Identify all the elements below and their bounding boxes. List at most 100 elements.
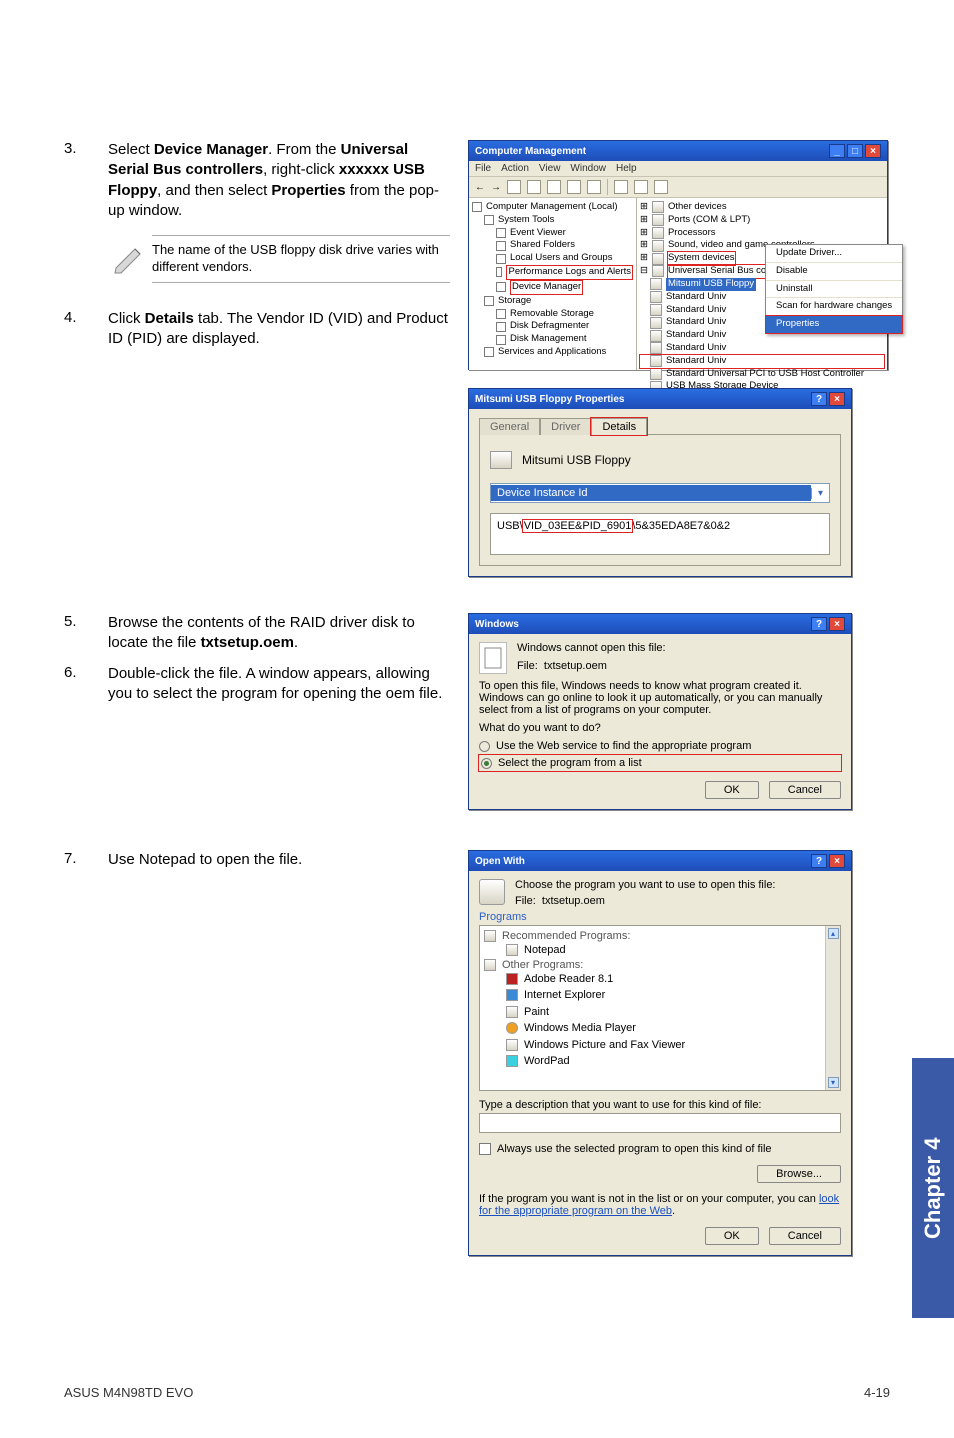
- usb-icon: [650, 330, 662, 342]
- menu-view[interactable]: View: [539, 163, 561, 174]
- toolbar-icon[interactable]: [614, 180, 628, 194]
- cm-right-tree[interactable]: ⊞Other devices ⊞Ports (COM & LPT) ⊞Proce…: [637, 198, 887, 370]
- tree-item[interactable]: Standard Univ: [666, 355, 726, 368]
- nav-fwd-icon[interactable]: →: [491, 182, 501, 193]
- t: , right-click: [263, 161, 339, 178]
- toolbar-icon[interactable]: [654, 180, 668, 194]
- tree-item[interactable]: Computer Management (Local): [486, 201, 617, 214]
- t: . From the: [268, 141, 341, 158]
- tree-item[interactable]: Removable Storage: [510, 308, 594, 321]
- help-icon[interactable]: ?: [811, 854, 827, 868]
- ctx-disable[interactable]: Disable: [766, 263, 902, 281]
- wpfv-icon: [506, 1039, 518, 1051]
- program-wordpad[interactable]: WordPad: [484, 1053, 836, 1070]
- description-input[interactable]: [479, 1113, 841, 1133]
- ctx-update[interactable]: Update Driver...: [766, 245, 902, 263]
- tree-item[interactable]: Processors: [668, 227, 716, 240]
- tab-details[interactable]: Details: [591, 418, 647, 435]
- cm-left-tree[interactable]: Computer Management (Local) System Tools…: [469, 198, 637, 370]
- toolbar-icon[interactable]: [567, 180, 581, 194]
- close-icon[interactable]: ×: [865, 144, 881, 158]
- not-in-list-text: If the program you want is not in the li…: [479, 1193, 841, 1217]
- maximize-icon[interactable]: □: [847, 144, 863, 158]
- close-icon[interactable]: ×: [829, 854, 845, 868]
- tree-item[interactable]: Standard Universal PCI to USB Host Contr…: [666, 368, 864, 381]
- file-name: txtsetup.oem: [542, 895, 605, 907]
- close-icon[interactable]: ×: [829, 392, 845, 406]
- step-4-text: Click Details tab. The Vendor ID (VID) a…: [108, 309, 450, 350]
- radio-select-from-list[interactable]: Select the program from a list: [479, 755, 841, 771]
- ok-button[interactable]: OK: [705, 1227, 759, 1245]
- ok-button[interactable]: OK: [705, 781, 759, 799]
- tree-item[interactable]: System Tools: [498, 214, 554, 227]
- scrollbar[interactable]: ▴ ▾: [825, 926, 840, 1090]
- tree-item[interactable]: Standard Univ: [666, 329, 726, 342]
- tree-item[interactable]: Standard Univ: [666, 304, 726, 317]
- toolbar-icon[interactable]: [507, 180, 521, 194]
- tree-item[interactable]: Disk Defragmenter: [510, 320, 589, 333]
- ctx-properties[interactable]: Properties: [766, 316, 902, 333]
- tree-item[interactable]: Storage: [498, 295, 531, 308]
- program-wpfv[interactable]: Windows Picture and Fax Viewer: [484, 1037, 836, 1054]
- cancel-button[interactable]: Cancel: [769, 781, 841, 799]
- device-id-dropdown[interactable]: Device Instance Id ▾: [490, 483, 830, 503]
- tree-item[interactable]: Event Viewer: [510, 227, 566, 240]
- tree-item[interactable]: Disk Management: [510, 333, 587, 346]
- tree-item[interactable]: Other devices: [668, 201, 727, 214]
- usb-icon: [650, 291, 662, 303]
- tree-item[interactable]: System devices: [668, 252, 735, 265]
- toolbar-icon[interactable]: [587, 180, 601, 194]
- device-icon: [652, 227, 664, 239]
- cancel-button[interactable]: Cancel: [769, 1227, 841, 1245]
- tree-item[interactable]: Shared Folders: [510, 239, 575, 252]
- description-label: Type a description that you want to use …: [479, 1099, 841, 1111]
- tree-item[interactable]: Services and Applications: [498, 346, 606, 359]
- menu-window[interactable]: Window: [570, 163, 606, 174]
- tree-item[interactable]: Standard Univ: [666, 342, 726, 355]
- program-wmp[interactable]: Windows Media Player: [484, 1020, 836, 1037]
- help-icon[interactable]: ?: [811, 617, 827, 631]
- ow-title: Open With: [475, 856, 525, 867]
- always-use-checkbox[interactable]: Always use the selected program to open …: [479, 1143, 841, 1155]
- scroll-up-icon[interactable]: ▴: [828, 928, 839, 939]
- folder-icon: [484, 959, 496, 971]
- program-adobe[interactable]: Adobe Reader 8.1: [484, 971, 836, 988]
- toolbar-icon[interactable]: [634, 180, 648, 194]
- toolbar-icon[interactable]: [527, 180, 541, 194]
- program-notepad[interactable]: Notepad: [484, 942, 836, 959]
- menu-action[interactable]: Action: [501, 163, 529, 174]
- tree-item[interactable]: Local Users and Groups: [510, 252, 612, 265]
- nav-back-icon[interactable]: ←: [475, 182, 485, 193]
- menu-help[interactable]: Help: [616, 163, 637, 174]
- tree-item-mitsumi[interactable]: Mitsumi USB Floppy: [666, 278, 756, 291]
- browse-button[interactable]: Browse...: [757, 1165, 841, 1183]
- tab-general[interactable]: General: [479, 418, 540, 435]
- menu-file[interactable]: File: [475, 163, 491, 174]
- close-icon[interactable]: ×: [829, 617, 845, 631]
- scroll-down-icon[interactable]: ▾: [828, 1077, 839, 1088]
- tree-item[interactable]: Standard Univ: [666, 291, 726, 304]
- program-ie[interactable]: Internet Explorer: [484, 987, 836, 1004]
- programs-label: Programs: [479, 911, 841, 923]
- toolbar-icon[interactable]: [547, 180, 561, 194]
- ctx-uninstall[interactable]: Uninstall: [766, 281, 902, 299]
- list-header: Recommended Programs:: [502, 930, 630, 942]
- step-4-number: 4.: [64, 309, 108, 350]
- program-paint[interactable]: Paint: [484, 1004, 836, 1021]
- radio-use-web[interactable]: Use the Web service to find the appropri…: [479, 740, 841, 752]
- chevron-down-icon[interactable]: ▾: [811, 488, 829, 499]
- ctx-scan[interactable]: Scan for hardware changes: [766, 298, 902, 316]
- tree-item-device-manager[interactable]: Device Manager: [510, 280, 583, 295]
- tree-item[interactable]: Performance Logs and Alerts: [506, 265, 633, 280]
- tree-item[interactable]: Ports (COM & LPT): [668, 214, 750, 227]
- tab-driver[interactable]: Driver: [540, 418, 591, 435]
- radio-label: Use the Web service to find the appropri…: [496, 740, 751, 752]
- minimize-icon[interactable]: _: [829, 144, 845, 158]
- step-3-number: 3.: [64, 140, 108, 221]
- help-icon[interactable]: ?: [811, 392, 827, 406]
- usb-icon: [650, 342, 662, 354]
- usb-icon: [650, 368, 662, 380]
- tree-icon: [496, 228, 506, 238]
- program-listbox[interactable]: Recommended Programs: Notepad Other Prog…: [479, 925, 841, 1091]
- tree-item[interactable]: Standard Univ: [666, 316, 726, 329]
